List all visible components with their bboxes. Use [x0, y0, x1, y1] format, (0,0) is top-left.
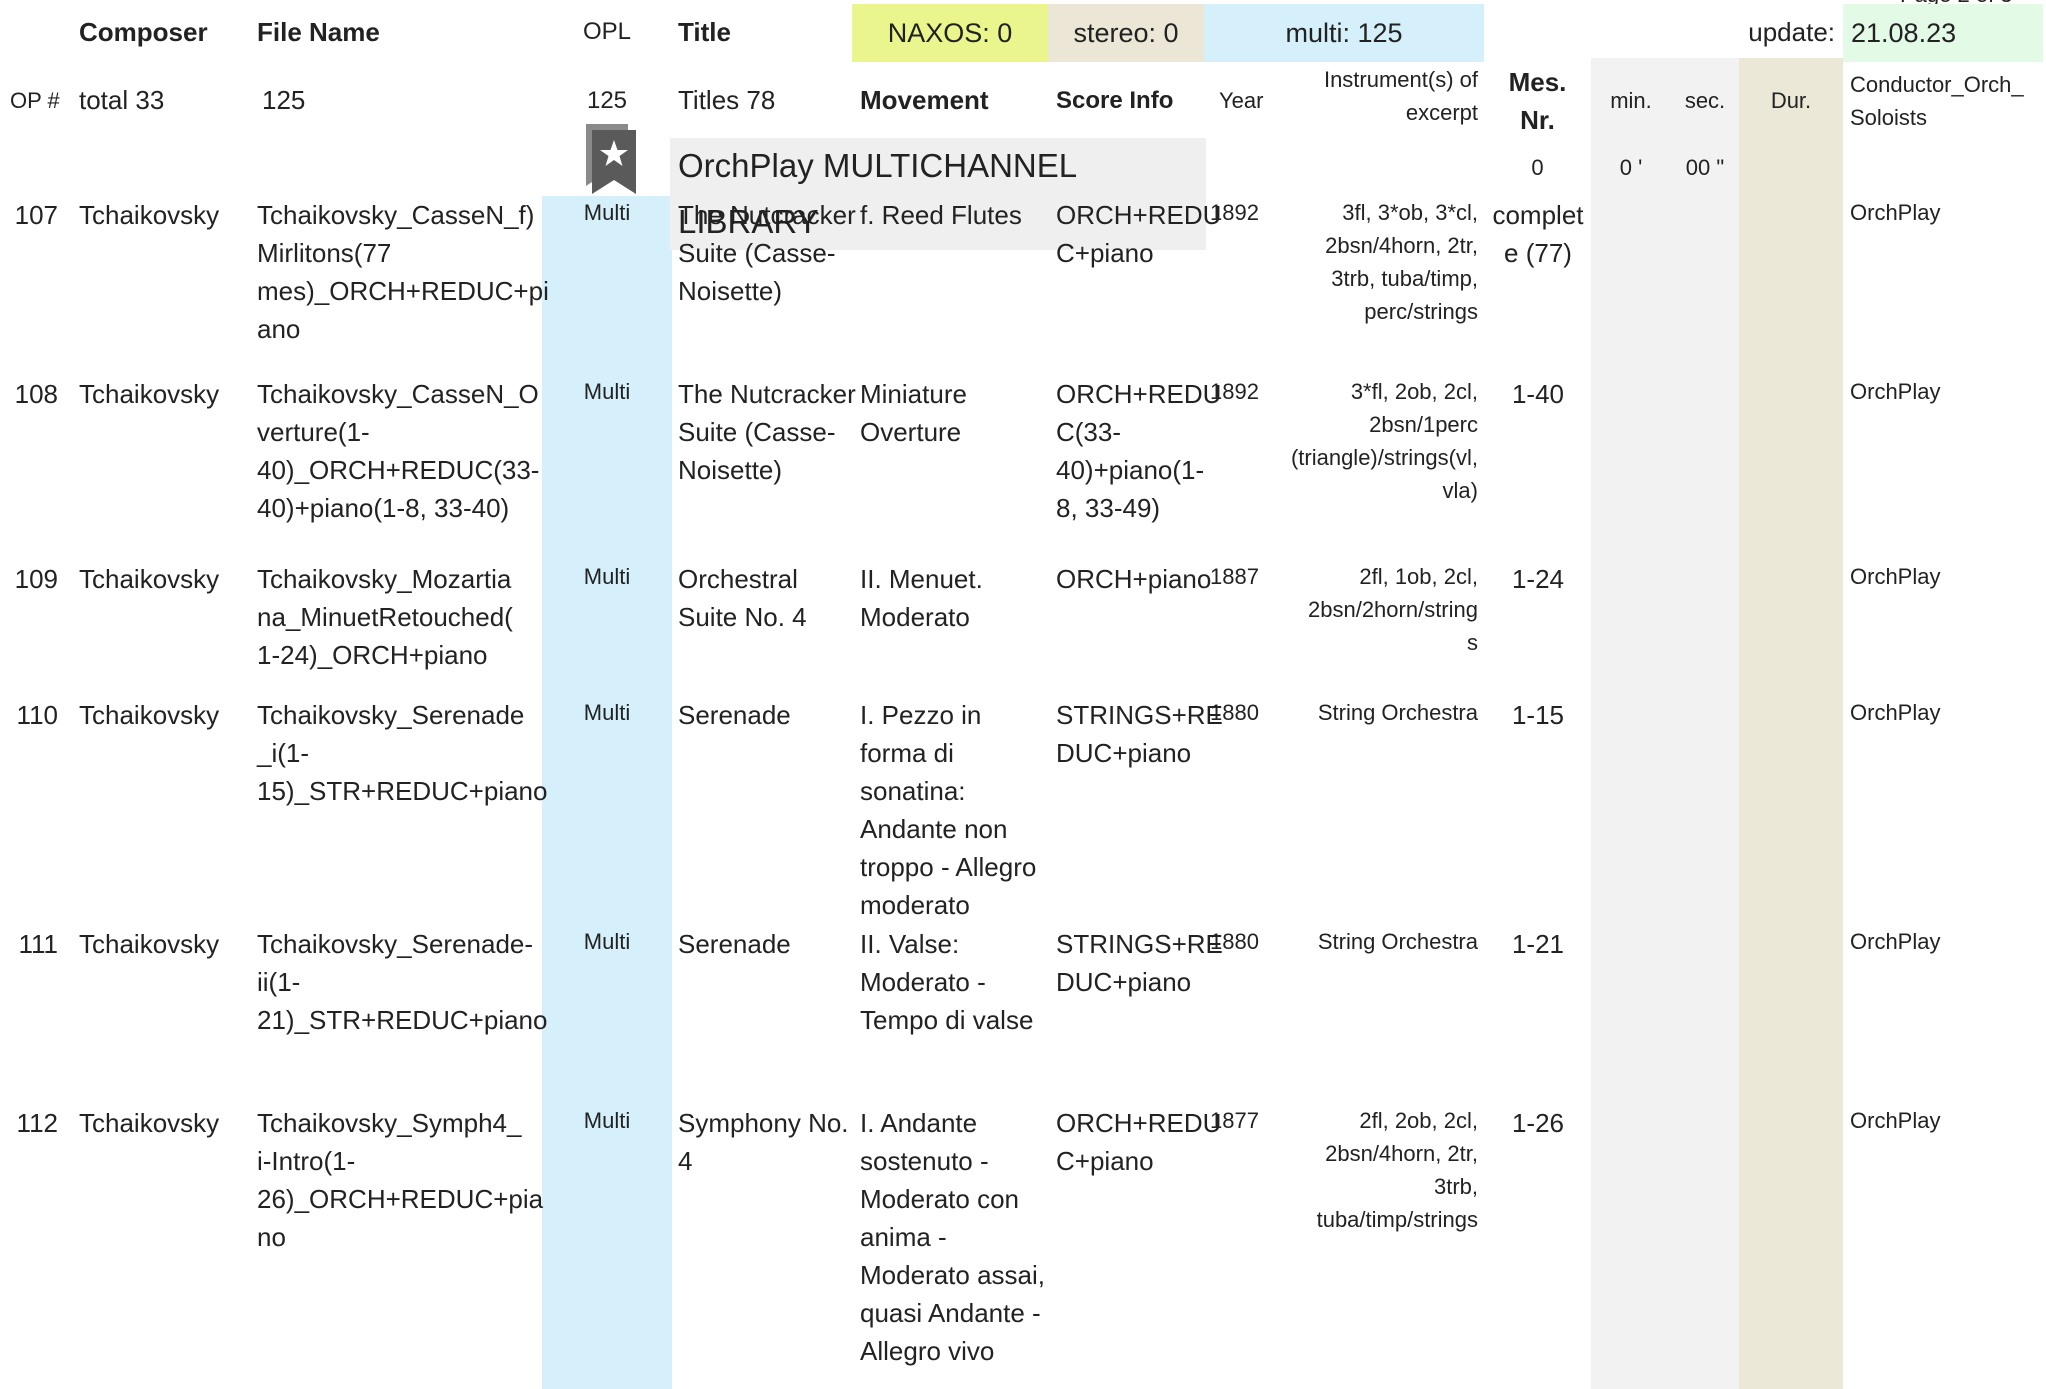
row-title: The Nutcracker Suite (Casse- Noisette)	[678, 200, 856, 306]
row-composer: Tchaikovsky	[79, 379, 220, 409]
row-op: 110	[16, 700, 58, 730]
row-score-info: ORCH+piano	[1056, 564, 1212, 594]
row-score-info: ORCH+REDU C+piano	[1056, 1108, 1222, 1176]
header-opl: OPL	[582, 18, 632, 45]
row-instruments: String Orchestra	[1317, 700, 1478, 725]
row-composer: Tchaikovsky	[79, 200, 220, 230]
subheader-sec: sec.	[1684, 88, 1726, 113]
row-file-name: Tchaikovsky_Serenade _i(1- 15)_STR+REDUC…	[257, 700, 548, 806]
row-title: Serenade	[678, 700, 791, 730]
row-mes-nr: complet e (77)	[1492, 200, 1584, 268]
row-opl: Multi	[583, 564, 631, 589]
subheader-instruments: Instrument(s) of excerpt	[1323, 67, 1478, 125]
row-op: 108	[14, 379, 58, 409]
row-score-info: ORCH+REDU C(33- 40)+piano(1- 8, 33-49)	[1056, 379, 1222, 523]
min-sec-column-band	[1591, 58, 1739, 1389]
row-conductor: OrchPlay	[1850, 200, 1941, 225]
subheader-score-info: Score Info	[1056, 87, 1174, 114]
row-movement: I. Pezzo in forma di sonatina: Andante n…	[860, 700, 1037, 920]
row-opl: Multi	[583, 700, 631, 725]
subheader-titles: Titles 78	[678, 85, 776, 115]
row-score-info: ORCH+REDU C+piano	[1056, 200, 1222, 268]
row-file-name: Tchaikovsky_Symph4_ i-Intro(1- 26)_ORCH+…	[257, 1108, 544, 1252]
row-composer: Tchaikovsky	[79, 1108, 220, 1138]
header-file-name: File Name	[257, 17, 380, 47]
dur-column-band	[1739, 58, 1843, 1389]
row-composer: Tchaikovsky	[79, 929, 220, 959]
multi-count: multi: 125	[1204, 4, 1484, 62]
row-mes-nr: 1-21	[1511, 929, 1565, 959]
row-opl: Multi	[583, 929, 631, 954]
naxos-count: NAXOS: 0	[852, 4, 1048, 62]
row-score-info: STRINGS+RE DUC+piano	[1056, 929, 1223, 997]
library-mes-value: 0	[1531, 155, 1544, 180]
subheader-year: Year	[1219, 88, 1264, 113]
library-min-value: 0 '	[1619, 155, 1643, 180]
row-score-info: STRINGS+RE DUC+piano	[1056, 700, 1223, 768]
row-composer: Tchaikovsky	[79, 700, 220, 730]
row-title: Serenade	[678, 929, 791, 959]
row-title: Orchestral Suite No. 4	[678, 564, 807, 632]
row-file-name: Tchaikovsky_CasseN_O verture(1- 40)_ORCH…	[257, 379, 540, 523]
library-sec-value: 00 "	[1685, 155, 1725, 180]
row-movement: II. Valse: Moderato - Tempo di valse	[860, 929, 1034, 1035]
row-instruments: 3*fl, 2ob, 2cl, 2bsn/1perc (triangle)/st…	[1290, 379, 1478, 503]
bookmark-star-icon	[582, 122, 640, 198]
row-op: 111	[18, 929, 58, 959]
update-label: update:	[1748, 17, 1835, 47]
subheader-total: total 33	[79, 85, 165, 115]
row-file-name: Tchaikovsky_CasseN_f) Mirlitons(77 mes)_…	[257, 200, 549, 344]
row-title: Symphony No. 4	[678, 1108, 849, 1176]
subheader-movement: Movement	[860, 85, 989, 115]
row-movement: II. Menuet. Moderato	[860, 564, 983, 632]
row-movement: f. Reed Flutes	[860, 200, 1022, 230]
subheader-opl-count: 125	[586, 87, 628, 114]
row-op: 107	[14, 200, 58, 230]
row-mes-nr: 1-26	[1511, 1108, 1565, 1138]
row-op: 109	[14, 564, 58, 594]
header-title: Title	[678, 17, 731, 47]
row-mes-nr: 1-15	[1511, 700, 1565, 730]
row-opl: Multi	[583, 200, 631, 225]
row-opl: Multi	[583, 379, 631, 404]
row-movement: Miniature Overture	[860, 379, 967, 447]
row-movement: I. Andante sostenuto - Moderato con anim…	[860, 1108, 1045, 1366]
row-opl: Multi	[583, 1108, 631, 1133]
row-instruments: 2fl, 1ob, 2cl, 2bsn/2horn/string s	[1308, 564, 1478, 655]
row-op: 112	[16, 1108, 58, 1138]
row-instruments: String Orchestra	[1317, 929, 1478, 954]
subheader-dur: Dur.	[1770, 88, 1812, 113]
row-instruments: 2fl, 2ob, 2cl, 2bsn/4horn, 2tr, 3trb, tu…	[1316, 1108, 1478, 1232]
update-date: 21.08.23	[1843, 4, 2043, 62]
row-year: 1887	[1210, 564, 1259, 589]
row-conductor: OrchPlay	[1850, 700, 1941, 725]
row-mes-nr: 1-40	[1511, 379, 1565, 409]
stereo-count: stereo: 0	[1048, 4, 1204, 62]
row-conductor: OrchPlay	[1850, 929, 1941, 954]
row-conductor: OrchPlay	[1850, 564, 1941, 589]
subheader-conductor: Conductor_Orch_ Soloists	[1850, 72, 2024, 130]
row-title: The Nutcracker Suite (Casse- Noisette)	[678, 379, 856, 485]
row-file-name: Tchaikovsky_Mozartia na_MinuetRetouched(…	[257, 564, 513, 670]
subheader-min: min.	[1610, 88, 1652, 113]
row-conductor: OrchPlay	[1850, 379, 1941, 404]
row-instruments: 3fl, 3*ob, 3*cl, 2bsn/4horn, 2tr, 3trb, …	[1325, 200, 1478, 324]
row-mes-nr: 1-24	[1511, 564, 1565, 594]
row-conductor: OrchPlay	[1850, 1108, 1941, 1133]
row-composer: Tchaikovsky	[79, 564, 220, 594]
row-year: 1877	[1210, 1108, 1259, 1133]
row-year: 1880	[1210, 700, 1259, 725]
subheader-file-count: 125	[262, 85, 306, 115]
row-year: 1892	[1210, 200, 1259, 225]
header-composer: Composer	[79, 17, 208, 47]
subheader-mes-nr: Mes. Nr.	[1508, 67, 1567, 135]
row-year: 1892	[1210, 379, 1259, 404]
subheader-op: OP #	[10, 88, 60, 113]
row-file-name: Tchaikovsky_Serenade- ii(1- 21)_STR+REDU…	[257, 929, 548, 1035]
row-year: 1880	[1210, 929, 1259, 954]
